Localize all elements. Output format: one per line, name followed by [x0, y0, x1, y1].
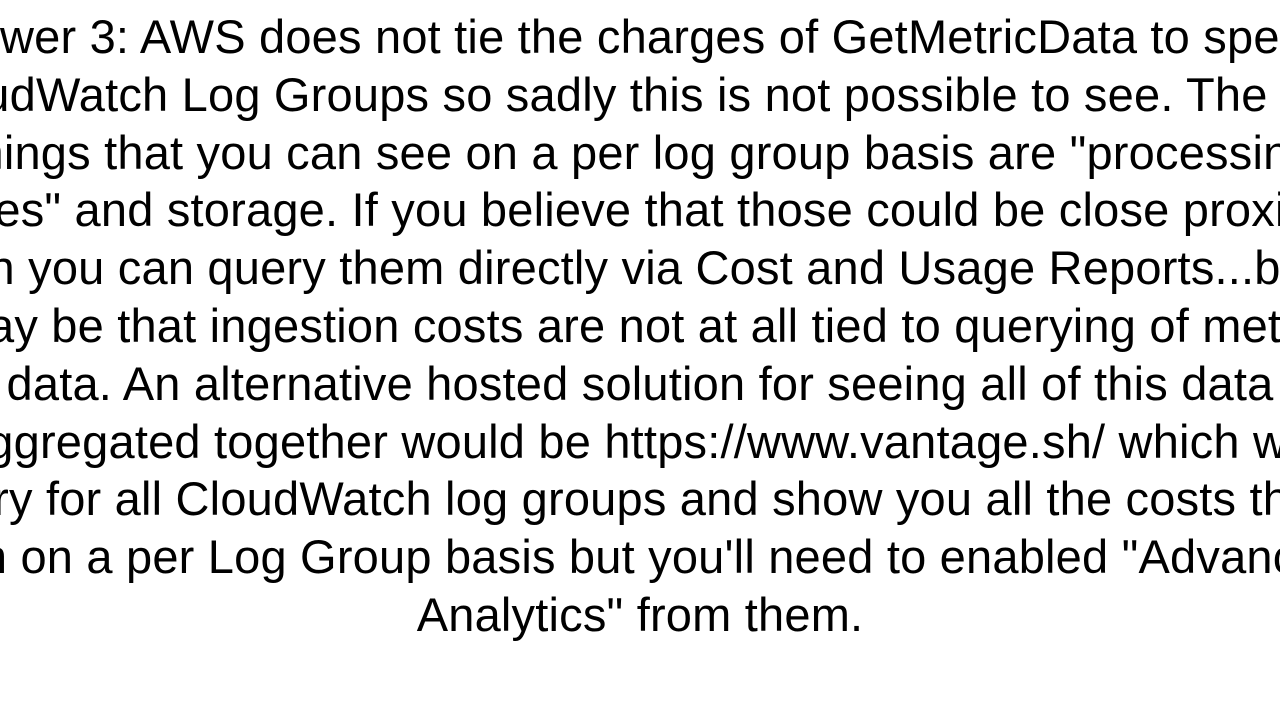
- answer-text: Answer 3: AWS does not tie the charges o…: [0, 8, 1280, 644]
